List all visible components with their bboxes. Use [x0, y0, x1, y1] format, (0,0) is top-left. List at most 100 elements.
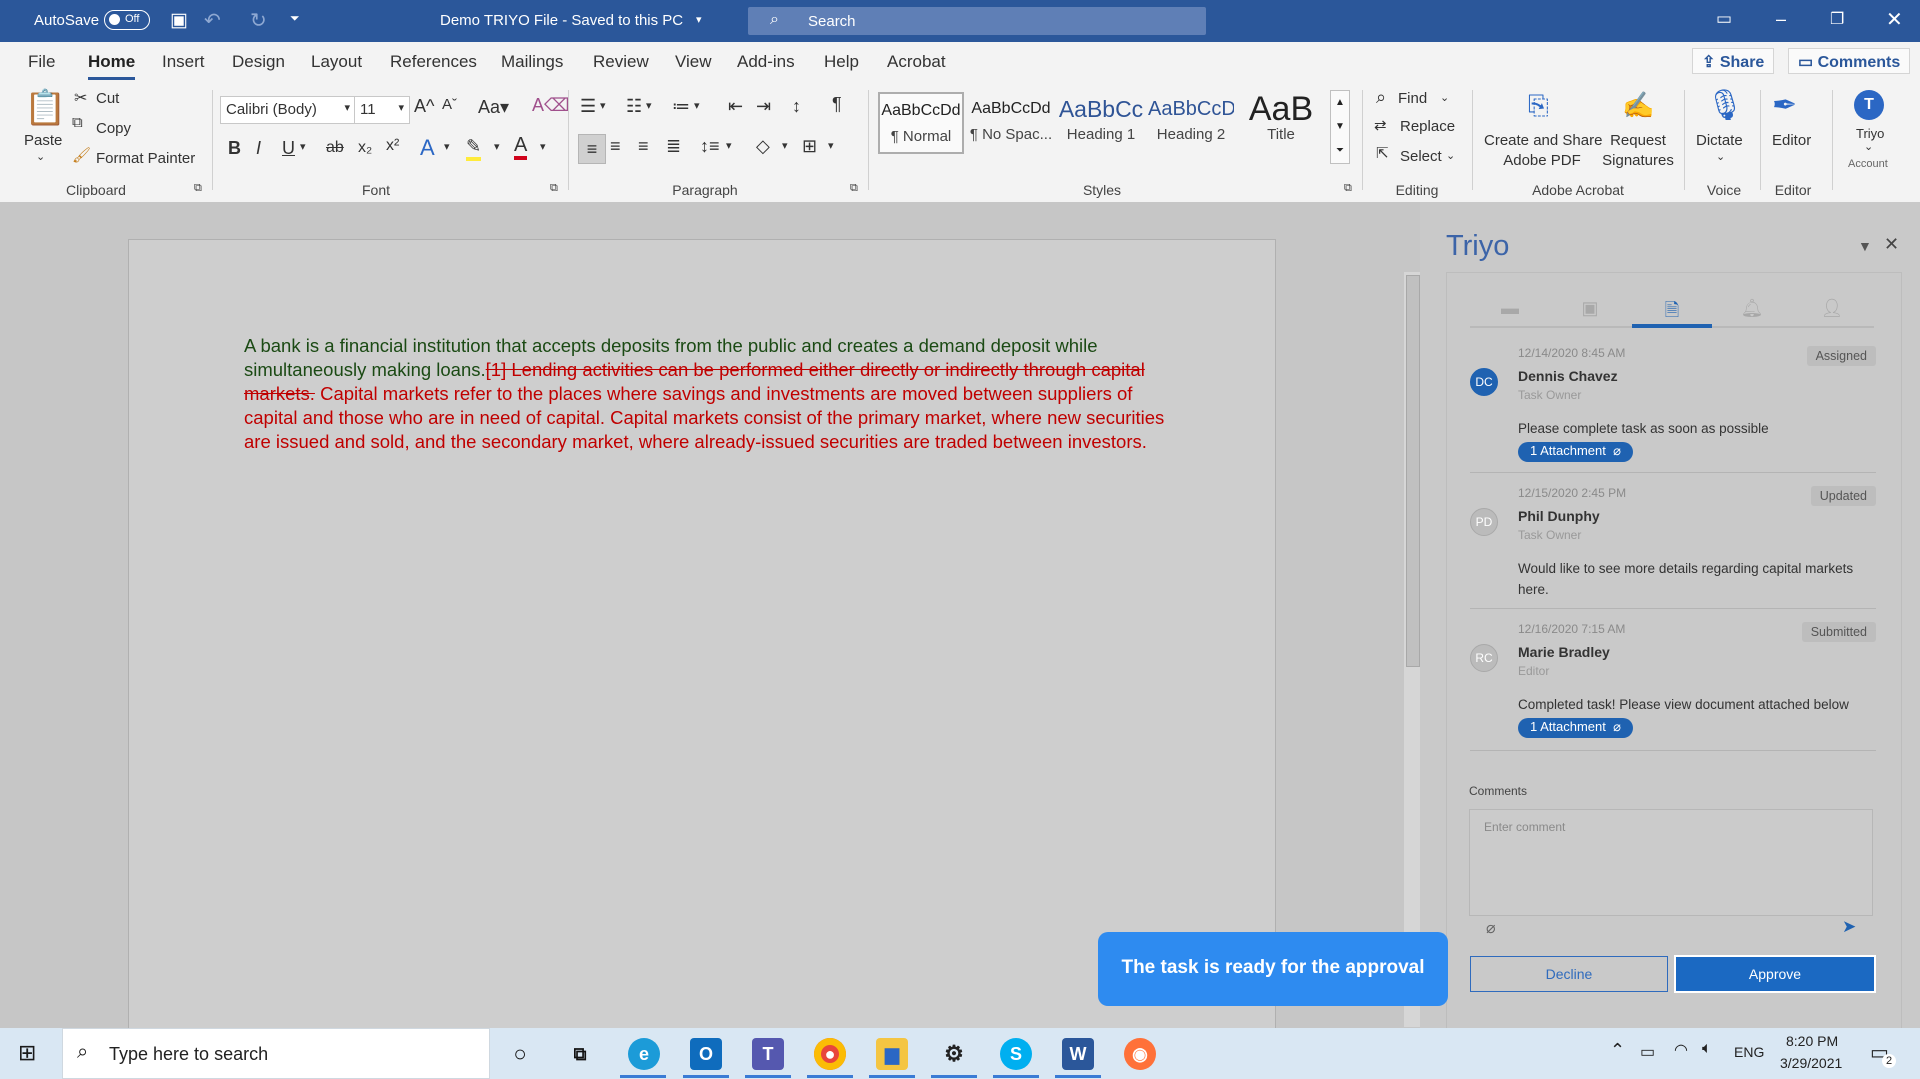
style-heading-1[interactable]: AaBbCc Heading 1: [1058, 92, 1144, 154]
clock-date[interactable]: 3/29/2021: [1780, 1055, 1842, 1071]
file-explorer-icon[interactable]: ▆: [876, 1038, 908, 1070]
language-indicator[interactable]: ENG: [1734, 1044, 1764, 1060]
document-title[interactable]: Demo TRIYO File - Saved to this PC: [440, 12, 683, 29]
copy-button[interactable]: Copy: [96, 120, 131, 137]
more-styles-icon[interactable]: ⏷: [1331, 139, 1349, 163]
wifi-icon[interactable]: ◠: [1674, 1040, 1688, 1060]
dialog-launcher-icon[interactable]: ⧉: [550, 182, 558, 195]
tab-references[interactable]: References: [390, 52, 477, 72]
restore-icon[interactable]: ❐: [1830, 9, 1844, 29]
teams-icon[interactable]: T: [752, 1038, 784, 1070]
chevron-down-icon[interactable]: ▾: [782, 139, 788, 152]
tab-add-ins[interactable]: Add-ins: [737, 52, 795, 72]
create-pdf-icon[interactable]: ⎘: [1528, 90, 1549, 122]
chevron-down-icon[interactable]: ▾: [696, 13, 702, 26]
customize-qat-icon[interactable]: ⏷: [290, 11, 300, 26]
dialog-launcher-icon[interactable]: ⧉: [194, 182, 202, 195]
highlight-icon[interactable]: ✎: [466, 135, 482, 161]
task-view-icon[interactable]: ⧉: [564, 1038, 596, 1070]
strikethrough-icon[interactable]: ab: [326, 139, 344, 157]
scrollbar-thumb[interactable]: [1406, 275, 1420, 667]
tab-design[interactable]: Design: [232, 52, 285, 72]
triyo-button[interactable]: Triyo: [1856, 126, 1884, 141]
decline-button[interactable]: Decline: [1470, 956, 1668, 992]
sort-icon[interactable]: ↕: [792, 96, 801, 117]
search-box[interactable]: ⌕ Search: [748, 7, 1206, 35]
chevron-down-icon[interactable]: ▾: [726, 139, 732, 152]
align-right-icon[interactable]: ≡: [638, 136, 649, 157]
chevron-down-icon[interactable]: ▾: [494, 140, 500, 153]
edge-icon[interactable]: e: [628, 1038, 660, 1070]
tab-mailings[interactable]: Mailings: [501, 52, 563, 72]
windows-start-icon[interactable]: ⊞: [18, 1040, 36, 1066]
request-signatures-icon[interactable]: ✍: [1622, 90, 1654, 121]
battery-icon[interactable]: ▭: [1640, 1042, 1655, 1062]
style-normal[interactable]: AaBbCcDd ¶ Normal: [878, 92, 964, 154]
find-button[interactable]: Find: [1398, 90, 1427, 107]
italic-icon[interactable]: I: [256, 138, 261, 159]
editor-button[interactable]: Editor: [1772, 132, 1811, 149]
chevron-down-icon[interactable]: ⌄: [1864, 140, 1873, 153]
bold-icon[interactable]: B: [228, 138, 241, 159]
triyo-logo-icon[interactable]: T: [1854, 90, 1884, 120]
numbering-icon[interactable]: ☷: [626, 96, 642, 117]
microphone-icon[interactable]: 🎙: [1706, 88, 1744, 123]
subscript-icon[interactable]: x₂: [358, 139, 372, 157]
select-button[interactable]: Select: [1400, 148, 1442, 165]
chevron-down-icon[interactable]: ▾: [646, 99, 652, 112]
style-no-spacing[interactable]: AaBbCcDd ¶ No Spac...: [968, 92, 1054, 154]
comment-input[interactable]: Enter comment: [1469, 809, 1873, 916]
bullets-icon[interactable]: ☰: [580, 96, 596, 117]
chevron-up-icon[interactable]: ▲: [1331, 91, 1349, 115]
save-icon[interactable]: ▣: [170, 9, 188, 32]
tab-file[interactable]: File: [28, 52, 55, 72]
volume-icon[interactable]: 🔈︎: [1702, 1040, 1712, 1058]
chevron-down-icon[interactable]: ⌄: [1446, 149, 1455, 162]
comments-button[interactable]: ▭ Comments: [1788, 48, 1911, 74]
attach-icon[interactable]: ⌀: [1486, 918, 1496, 938]
tab-acrobat[interactable]: Acrobat: [887, 52, 946, 72]
shrink-font-icon[interactable]: Aˇ: [442, 96, 457, 113]
chevron-up-icon[interactable]: ⌃: [1610, 1040, 1625, 1061]
approve-button[interactable]: Approve: [1674, 955, 1876, 993]
editor-icon[interactable]: ✒: [1772, 88, 1797, 123]
grow-font-icon[interactable]: A^: [414, 96, 434, 117]
settings-gear-icon[interactable]: ⚙: [938, 1038, 970, 1070]
clear-formatting-icon[interactable]: A⌫: [532, 95, 569, 116]
decrease-indent-icon[interactable]: ⇤: [728, 96, 743, 117]
style-heading-2[interactable]: AaBbCcD Heading 2: [1148, 92, 1234, 154]
justify-icon[interactable]: ≣: [666, 136, 681, 157]
attachment-chip[interactable]: 1 Attachment ⌀: [1518, 718, 1633, 738]
tab-home[interactable]: Home: [88, 52, 136, 80]
chevron-down-icon[interactable]: ▾: [444, 140, 450, 153]
change-case-icon[interactable]: Aa▾: [478, 97, 509, 118]
autosave-toggle[interactable]: Off: [104, 10, 150, 30]
paste-button[interactable]: Paste: [24, 132, 62, 149]
tab-insert[interactable]: Insert: [162, 52, 205, 72]
create-pdf-button-line2[interactable]: Adobe PDF: [1484, 152, 1600, 169]
chevron-down-icon[interactable]: ▾: [540, 140, 546, 153]
font-color-icon[interactable]: A: [514, 134, 528, 160]
underline-icon[interactable]: U: [282, 138, 295, 159]
user-icon[interactable]: 👤︎: [1792, 298, 1872, 328]
pane-close-icon[interactable]: ✕: [1884, 234, 1899, 255]
chevron-down-icon[interactable]: ▾: [300, 140, 306, 153]
clipboard-icon[interactable]: ▣: [1550, 298, 1630, 328]
paste-icon[interactable]: 📋: [24, 88, 66, 128]
undo-icon[interactable]: ↶: [204, 8, 221, 33]
word-icon[interactable]: W: [1062, 1038, 1094, 1070]
show-formatting-icon[interactable]: ¶: [832, 94, 842, 115]
dialog-launcher-icon[interactable]: ⧉: [1344, 182, 1352, 195]
firefox-icon[interactable]: ◉: [1124, 1038, 1156, 1070]
close-icon[interactable]: ✕: [1886, 7, 1903, 32]
outlook-icon[interactable]: O: [690, 1038, 722, 1070]
share-button[interactable]: ⇪ Share: [1692, 48, 1775, 74]
cut-button[interactable]: Cut: [96, 90, 119, 107]
create-pdf-button[interactable]: Create and Share: [1484, 132, 1602, 149]
taskbar-search[interactable]: ⌕ Type here to search: [62, 1028, 490, 1079]
ribbon-display-icon[interactable]: ▭: [1716, 9, 1732, 29]
chevron-down-icon[interactable]: ⌄: [1716, 150, 1725, 163]
shading-icon[interactable]: ◇: [756, 136, 770, 157]
chrome-icon[interactable]: ●: [814, 1038, 846, 1070]
multilevel-list-icon[interactable]: ≔: [672, 96, 690, 117]
